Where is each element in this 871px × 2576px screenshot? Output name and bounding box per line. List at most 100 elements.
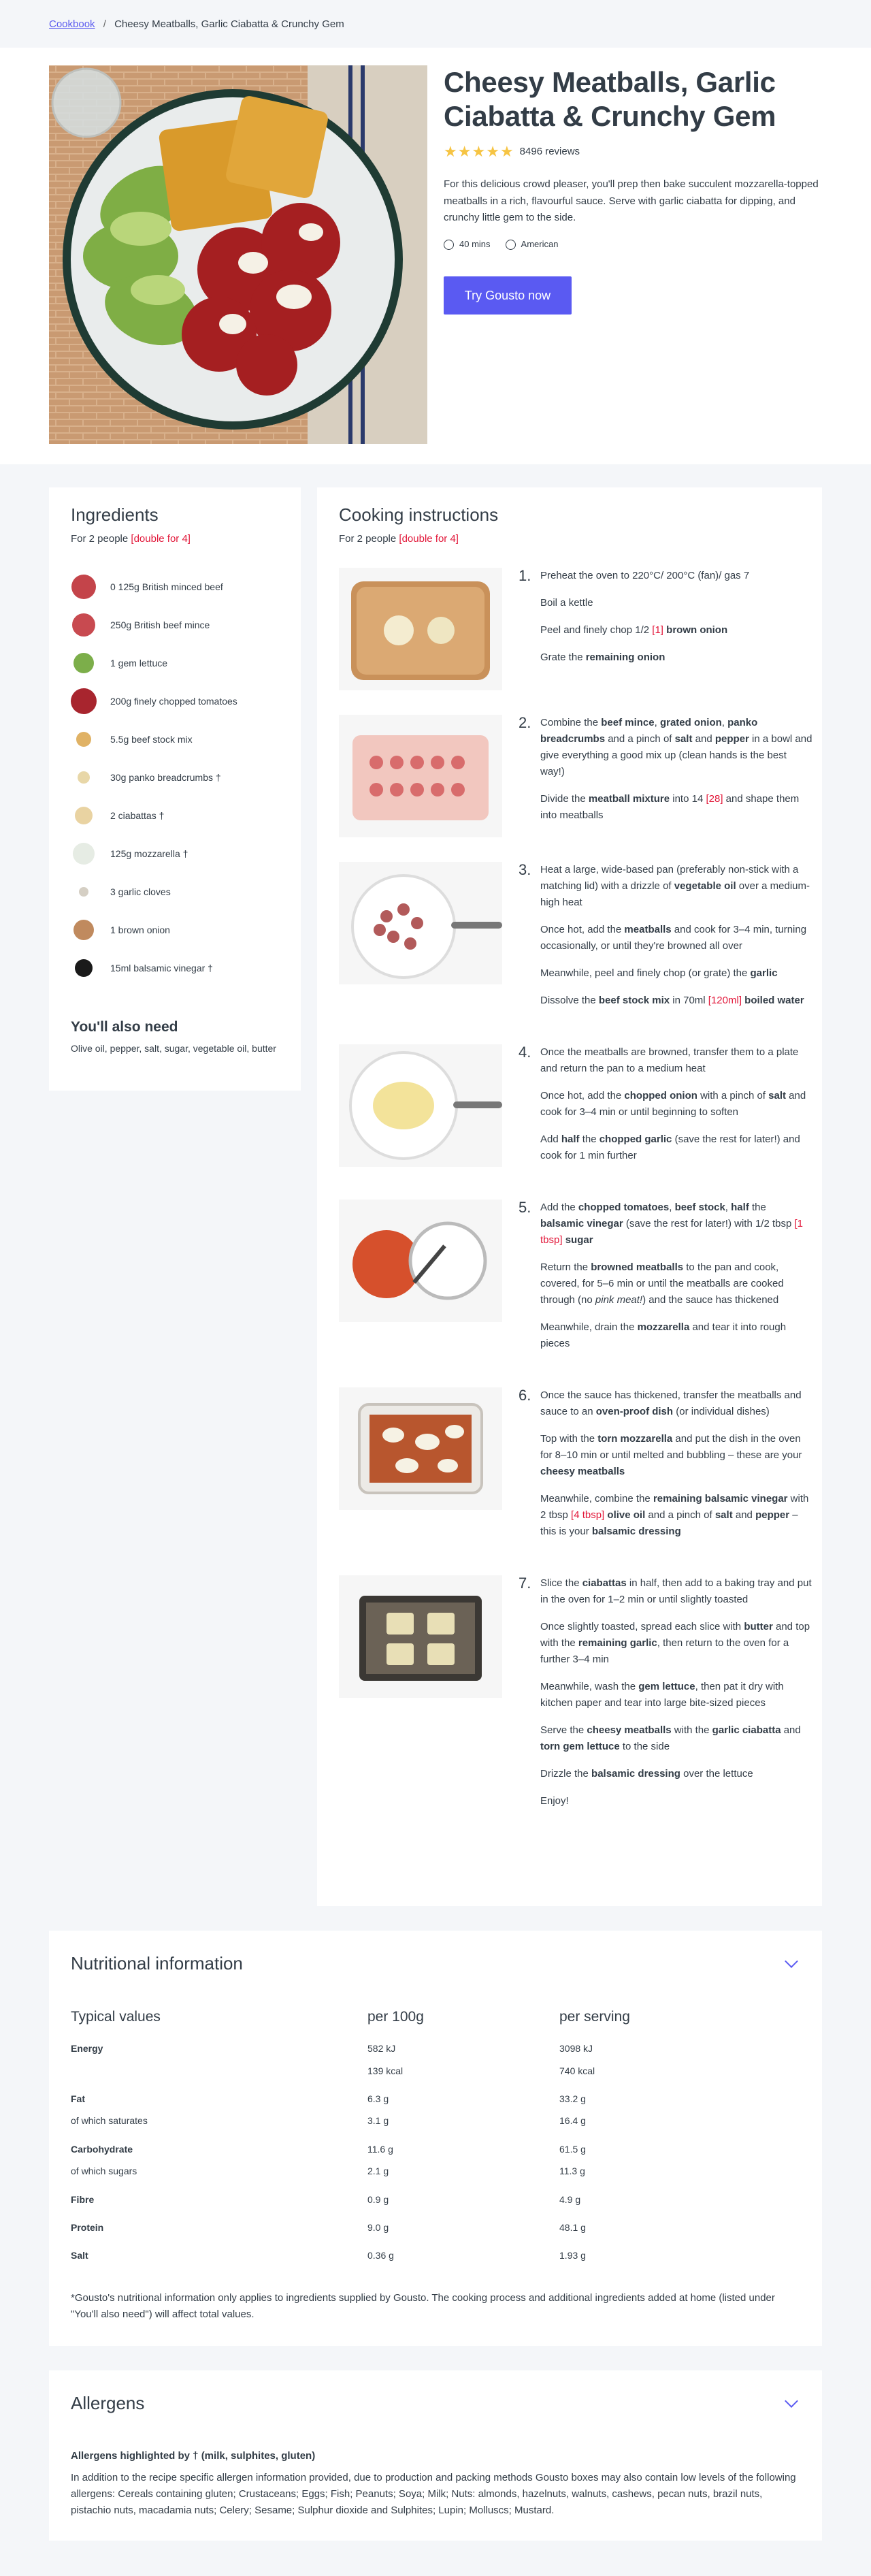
- nutrient-name: [71, 2060, 367, 2082]
- step-paragraph: Enjoy!: [540, 1794, 569, 1807]
- ingredient-item: 1 brown onion: [71, 911, 279, 949]
- step-paragraph: Add half the chopped garlic (save the re…: [540, 1133, 800, 1161]
- nutrition-row: of which sugars 2.1 g 11.3 g: [71, 2160, 800, 2182]
- ingredient-label: 1 gem lettuce: [110, 657, 168, 669]
- instructions-servings: For 2 people [double for 4]: [339, 531, 800, 547]
- breadcrumb-cookbook-link[interactable]: Cookbook: [49, 18, 95, 30]
- rating[interactable]: ★ ★ ★ ★ ★ 8496 reviews: [444, 144, 822, 160]
- per-100g-value: 0.9 g: [367, 2193, 389, 2205]
- nutrition-table: Typical values per 100g per serving Ener…: [71, 2006, 800, 2267]
- per-serving-value: 3098 kJ: [559, 2043, 593, 2055]
- ingredient-label: 200g finely chopped tomatoes: [110, 695, 237, 707]
- ingredients-servings: For 2 people [double for 4]: [71, 531, 279, 547]
- star-icon: ★: [499, 142, 514, 160]
- step-body: 4. Once the meatballs are browned, transf…: [519, 1044, 812, 1175]
- ingredient-list: 0 125g British minced beef 250g British b…: [71, 568, 279, 987]
- ingredient-item: 1 gem lettuce: [71, 644, 279, 682]
- try-gousto-button[interactable]: Try Gousto now: [444, 276, 572, 315]
- cuisine: American: [505, 238, 558, 252]
- step-paragraph: Meanwhile, combine the remaining balsami…: [540, 1492, 809, 1537]
- double-label: [double for 4]: [131, 532, 191, 545]
- nutrition-row: Salt 0.36 g 1.93 g: [71, 2238, 800, 2266]
- review-count: 8496 reviews: [519, 145, 580, 157]
- step-paragraph: Once the meatballs are browned, transfer…: [540, 1046, 799, 1074]
- instruction-step: 3. Heat a large, wide-based pan (preferab…: [339, 860, 810, 1020]
- step-paragraph: Top with the torn mozzarella and put the…: [540, 1432, 802, 1477]
- ingredient-thumbnail: [71, 955, 97, 981]
- nutrient-name: Carbohydrate: [71, 2143, 133, 2155]
- per-serving-value: 33.2 g: [559, 2093, 586, 2104]
- instruction-step: 4. Once the meatballs are browned, transf…: [339, 1044, 806, 1175]
- step-body: 7. Slice the ciabattas in half, then add …: [519, 1575, 812, 1820]
- recipe-title: Cheesy Meatballs, Garlic Ciabatta & Crun…: [444, 66, 776, 133]
- step-text: Once the sauce has thickened, transfer t…: [540, 1387, 812, 1551]
- ingredient-thumbnail: [71, 574, 97, 600]
- ingredients-title: Ingredients: [71, 504, 159, 525]
- ingredient-item: 15ml balsamic vinegar †: [71, 949, 279, 987]
- per-serving-value: 11.3 g: [559, 2166, 585, 2177]
- ingredient-thumbnail: [71, 650, 97, 676]
- instruction-step: 7. Slice the ciabattas in half, then add …: [339, 1575, 812, 1820]
- step-paragraph: Add the chopped tomatoes, beef stock, ha…: [540, 1201, 804, 1246]
- ingredient-label: 15ml balsamic vinegar †: [110, 962, 213, 973]
- step-paragraph: Once hot, add the meatballs and cook for…: [540, 923, 807, 952]
- nutrition-panel: Nutritional information Typical values p…: [49, 1931, 822, 2346]
- step-paragraph: Meanwhile, drain the mozzarella and tear…: [540, 1321, 787, 1349]
- ingredient-thumbnail: [71, 612, 97, 638]
- step-paragraph: Drizzle the balsamic dressing over the l…: [540, 1767, 753, 1780]
- ingredient-label: 2 ciabattas †: [110, 809, 165, 821]
- ingredients-card: Ingredients For 2 people [double for 4] …: [49, 487, 301, 1091]
- also-need-title: You'll also need: [71, 1018, 178, 1035]
- step-paragraph: Once slightly toasted, spread each slice…: [540, 1620, 810, 1665]
- step-text: Combine the beef mince, grated onion, pa…: [540, 715, 812, 837]
- per-serving-value: 740 kcal: [559, 2065, 595, 2076]
- chevron-down-icon[interactable]: [785, 1954, 798, 1968]
- chevron-down-icon[interactable]: [785, 2394, 798, 2408]
- step-list: 1. Preheat the oven to 220°C/ 200°C (fan)…: [339, 566, 812, 1820]
- recipe-main: Ingredients For 2 people [double for 4] …: [0, 464, 871, 1906]
- ingredient-label: 125g mozzarella †: [110, 848, 188, 859]
- step-body: 2. Combine the beef mince, grated onion, …: [519, 713, 812, 837]
- step-number: 3.: [519, 860, 531, 878]
- per-100g-value: 3.1 g: [367, 2115, 389, 2127]
- instruction-step: 1. Preheat the oven to 220°C/ 200°C (fan)…: [339, 566, 800, 690]
- allergens-text: In addition to the recipe specific aller…: [71, 2471, 796, 2516]
- step-number: 4.: [519, 1043, 531, 1061]
- ingredient-label: 3 garlic cloves: [110, 886, 171, 897]
- ingredient-thumbnail: [71, 803, 97, 828]
- step-paragraph: Peel and finely chop 1/2 [1] brown onion: [540, 624, 728, 636]
- ingredient-label: 250g British beef mince: [110, 619, 210, 630]
- nutrition-row: 139 kcal 740 kcal: [71, 2060, 800, 2082]
- recipe-meta: 40 mins American: [444, 238, 822, 252]
- ingredient-thumbnail: [71, 688, 97, 714]
- globe-icon: [505, 239, 516, 250]
- step-text: Heat a large, wide-based pan (preferably…: [540, 862, 812, 1020]
- ingredient-thumbnail: [71, 764, 97, 790]
- ingredient-thumbnail: [71, 879, 97, 905]
- cook-time: 40 mins: [444, 238, 491, 252]
- allergens-highlight: Allergens highlighted by † (milk, sulphi…: [71, 2449, 316, 2462]
- step-image: [339, 1199, 502, 1322]
- step-text: Preheat the oven to 220°C/ 200°C (fan)/ …: [540, 568, 812, 690]
- star-icon: ★: [444, 142, 457, 160]
- step-number: 1.: [519, 566, 531, 584]
- nutrient-name: Salt: [71, 2250, 88, 2261]
- per-100g-value: 582 kJ: [367, 2043, 396, 2055]
- per-100g-value: 139 kcal: [367, 2065, 404, 2076]
- step-text: Once the meatballs are browned, transfer…: [540, 1044, 812, 1175]
- step-paragraph: Combine the beef mince, grated onion, pa…: [540, 716, 812, 777]
- step-paragraph: Grate the remaining onion: [540, 651, 665, 663]
- step-paragraph: Heat a large, wide-based pan (preferably…: [540, 863, 810, 908]
- instructions-card: Cooking instructions For 2 people [doubl…: [317, 487, 822, 1906]
- nutrient-name: Fat: [71, 2093, 85, 2104]
- nutrition-header[interactable]: Nutritional information: [71, 1950, 800, 1978]
- step-number: 2.: [519, 713, 531, 731]
- allergens-header[interactable]: Allergens: [71, 2389, 800, 2418]
- step-paragraph: Slice the ciabattas in half, then add to…: [540, 1577, 812, 1605]
- ingredient-label: 30g panko breadcrumbs †: [110, 771, 221, 783]
- per-100g-value: 6.3 g: [367, 2093, 389, 2104]
- step-paragraph: Meanwhile, peel and finely chop (or grat…: [540, 967, 778, 979]
- nutrition-row: of which saturates 3.1 g 16.4 g: [71, 2110, 800, 2131]
- ingredient-label: 1 brown onion: [110, 924, 170, 935]
- per-serving-value: 4.9 g: [559, 2193, 581, 2205]
